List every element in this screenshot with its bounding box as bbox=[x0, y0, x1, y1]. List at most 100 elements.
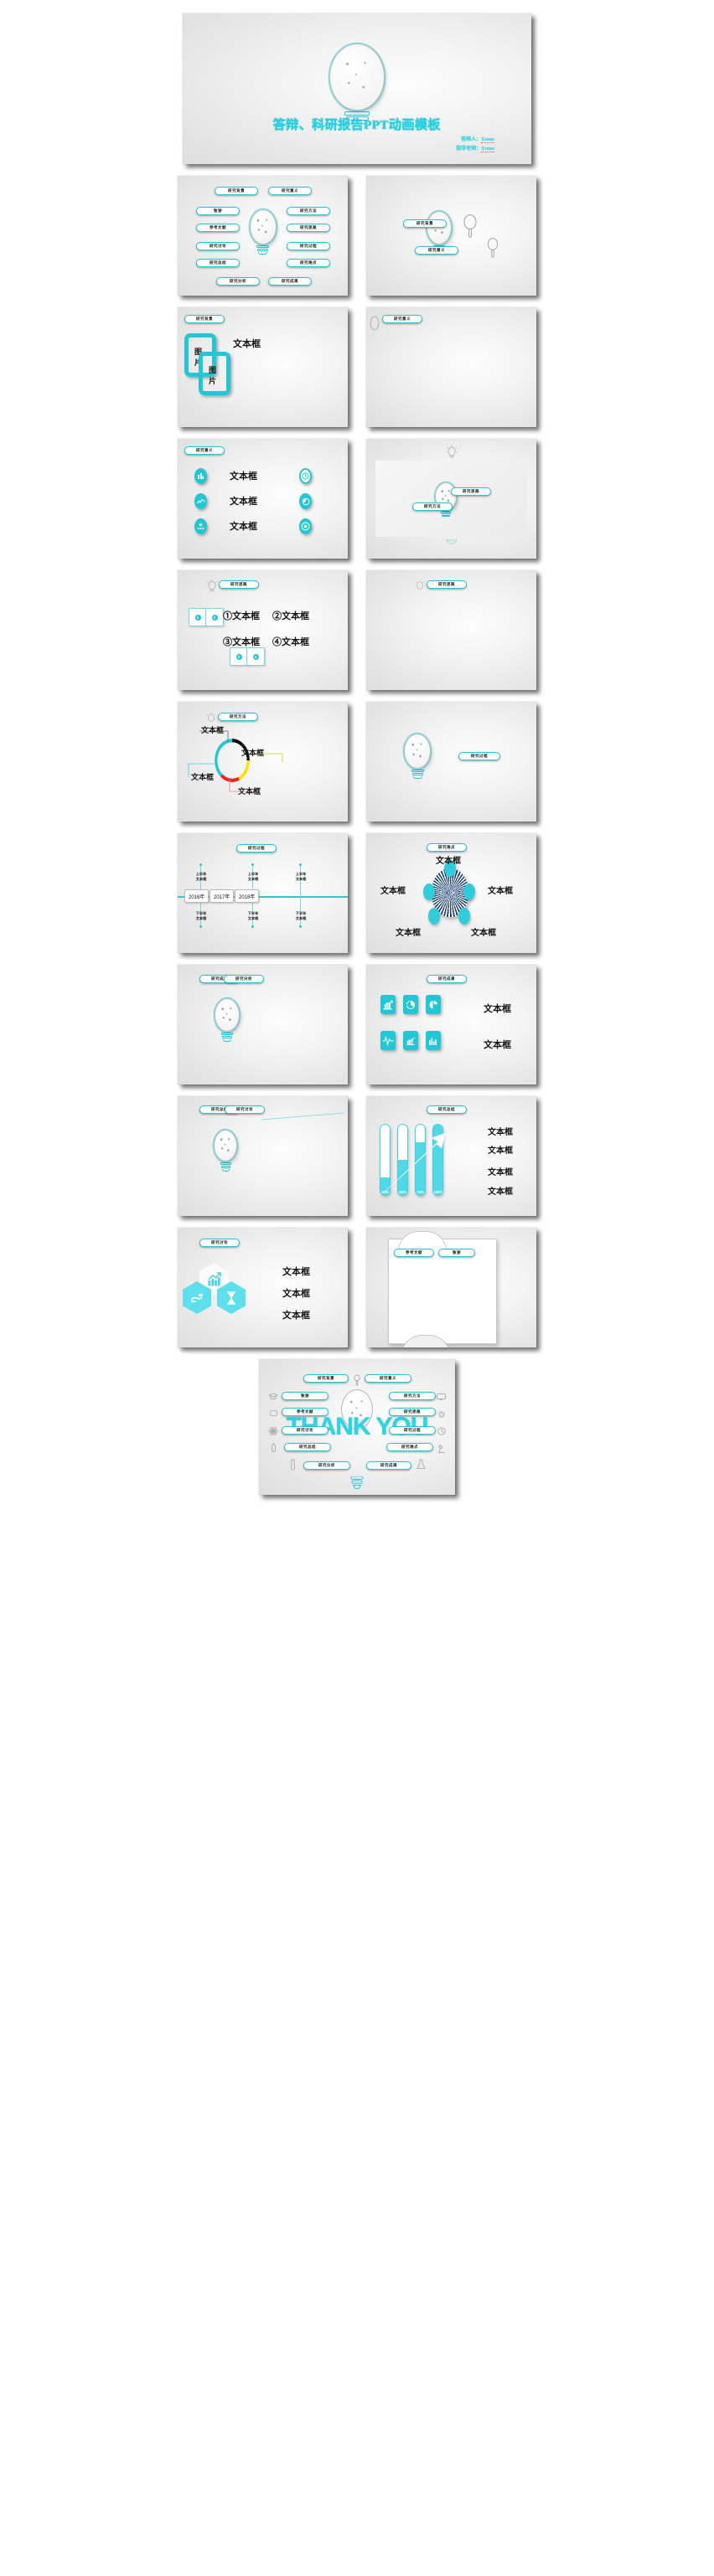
puzzle-number: 2 bbox=[211, 614, 218, 621]
pill-研究讨论[interactable]: 研究讨论 bbox=[199, 1239, 240, 1247]
slide-idea-blank[interactable]: 研究思路 bbox=[366, 570, 536, 690]
pill-研究总结[interactable]: 研究总结 bbox=[284, 1443, 331, 1451]
flask-icon bbox=[416, 1459, 426, 1470]
pill-研究过程[interactable]: 研究过程 bbox=[236, 844, 277, 853]
pill-研究难点[interactable]: 研究难点 bbox=[427, 843, 467, 852]
slide-row-7: 研究过程 2016年 2017年 2018年 上半年 文本框 上半年 文本框 上半年… bbox=[0, 833, 714, 953]
menu-pill-致谢[interactable]: 致谢 bbox=[196, 207, 240, 215]
pill-研究难点[interactable]: 研究难点 bbox=[386, 1443, 433, 1451]
bar-chart-icon[interactable] bbox=[194, 468, 207, 484]
menu-pill-研究背景[interactable]: 研究背景 bbox=[215, 187, 258, 195]
pill-致谢[interactable]: 致谢 bbox=[282, 1392, 329, 1400]
text-box-label: 文本框 bbox=[191, 773, 215, 781]
slide-process-timeline[interactable]: 研究过程 2016年 2017年 2018年 上半年 文本框 上半年 文本框 上半年… bbox=[178, 833, 348, 953]
pill-研究方法[interactable]: 研究方法 bbox=[218, 713, 258, 721]
puzzle-piece-2[interactable]: 2 bbox=[205, 608, 224, 626]
pill-研究过程[interactable]: 研究过程 bbox=[458, 752, 500, 760]
slide-cover[interactable]: 答辩、科研报告PPT动画模板 答辩人：Xrone 指导老师：Xrone bbox=[183, 13, 531, 164]
slide-transition-background[interactable]: 研究背景 研究意义 bbox=[366, 176, 536, 296]
menu-pill-研究意义[interactable]: 研究意义 bbox=[268, 187, 312, 195]
slide-method-content[interactable]: 研究方法 文本框 文本框 文本框 文本框 bbox=[178, 702, 348, 822]
text-box-label: 文本框 bbox=[396, 929, 421, 938]
puzzle-piece-1[interactable]: 1 bbox=[189, 608, 207, 626]
advisor-label: 指导老师： bbox=[456, 146, 482, 152]
slide-result-icons[interactable]: 研究成果 文本框 文本框 bbox=[366, 965, 536, 1084]
pill-参考文献[interactable]: 参考文献 bbox=[394, 1249, 434, 1257]
menu-pill-研究过程[interactable]: 研究过程 bbox=[287, 242, 330, 250]
menu-pill-研究方法[interactable]: 研究方法 bbox=[287, 207, 330, 215]
pie-chart-icon[interactable] bbox=[403, 995, 418, 1014]
text-box-label: 文本框 bbox=[488, 887, 513, 896]
pie-icon[interactable] bbox=[299, 493, 312, 509]
pill-研究思路[interactable]: 研究思路 bbox=[451, 487, 491, 496]
slide-discussion[interactable]: 研究讨论 文本框 文本框 文本框 bbox=[178, 1228, 348, 1347]
pill-研究思路[interactable]: 研究思路 bbox=[389, 1408, 436, 1416]
graduation-cap-icon bbox=[268, 1393, 278, 1400]
pill-研究背景[interactable]: 研究背景 bbox=[303, 1374, 349, 1383]
slide-background-content[interactable]: 研究背景 图片 图片 文本框 bbox=[178, 307, 348, 427]
pill-致谢[interactable]: 致谢 bbox=[438, 1249, 475, 1257]
growth-chart-icon[interactable] bbox=[380, 995, 396, 1014]
slide-menu[interactable]: 研究背景 致谢 参考文献 研究讨论 研究总结 研究意义 研究方法 研究思路 研究… bbox=[178, 176, 348, 296]
pill-研究成果[interactable]: 研究成果 bbox=[366, 1461, 411, 1470]
pill-研究方法[interactable]: 研究方法 bbox=[389, 1392, 436, 1400]
pill-研究思路[interactable]: 研究思路 bbox=[219, 580, 259, 589]
ppt-template-preview-sheet: 答辩、科研报告PPT动画模板 答辩人：Xrone 指导老师：Xrone 研究背景… bbox=[0, 0, 714, 1518]
node-right bbox=[463, 884, 475, 900]
menu-pill-研究思路[interactable]: 研究思路 bbox=[287, 224, 330, 232]
pill-研究思路[interactable]: 研究思路 bbox=[427, 580, 467, 589]
pill-参考文献[interactable]: 参考文献 bbox=[282, 1408, 329, 1416]
menu-pill-研究讨论[interactable]: 研究讨论 bbox=[196, 242, 240, 250]
slide-significance-blank[interactable]: 研究意义 bbox=[366, 307, 536, 427]
puzzle-number: 1 bbox=[194, 614, 201, 621]
menu-pill-研究总结[interactable]: 研究总结 bbox=[196, 259, 240, 267]
pulse-icon[interactable] bbox=[380, 1031, 396, 1050]
menu-pill-研究分析[interactable]: 研究分析 bbox=[216, 277, 260, 286]
line-chart-icon[interactable] bbox=[194, 493, 207, 509]
content-panel bbox=[381, 314, 532, 425]
slide-significance-content[interactable]: 研究意义 文本框 文本框 文本框 bbox=[178, 439, 348, 559]
slide-idea-content[interactable]: 研究思路 1 2 3 4 ①文本框 ②文本框 ③文本框 ④文本框 bbox=[178, 570, 348, 690]
slide-transition-method[interactable]: 研究思路 研究方法 bbox=[366, 439, 536, 559]
pill-研究成果[interactable]: 研究成果 bbox=[427, 975, 467, 983]
slide-summary-bars[interactable]: 研究总结 25% 50% 75% 100% 文本框 文本框 文本框 文本框 bbox=[366, 1096, 536, 1216]
pill-研究背景[interactable]: 研究背景 bbox=[403, 219, 447, 228]
clock-icon[interactable] bbox=[299, 468, 312, 484]
slide-transition-process[interactable]: 研究过程 bbox=[366, 702, 536, 822]
slide-row-6: 研究方法 文本框 文本框 文本框 文本框 研究过程 bbox=[0, 702, 714, 822]
pill-研究过程[interactable]: 研究过程 bbox=[389, 1426, 436, 1435]
pill-研究分析[interactable]: 研究分析 bbox=[303, 1461, 350, 1470]
microscope-icon bbox=[437, 1444, 446, 1454]
menu-pill-研究难点[interactable]: 研究难点 bbox=[287, 259, 330, 267]
menu-pill-研究成果[interactable]: 研究成果 bbox=[268, 277, 312, 286]
pill-研究分析[interactable]: 研究分析 bbox=[224, 975, 264, 983]
pill-研究总结[interactable]: 研究总结 bbox=[427, 1105, 467, 1114]
pill-研究意义[interactable]: 研究意义 bbox=[184, 446, 225, 455]
area-chart-icon[interactable] bbox=[403, 1031, 418, 1050]
slide-thank-you[interactable]: THANK YOU 研究背景 致谢 参考文献 研究讨论 研究总结 研究意义 研究… bbox=[259, 1359, 455, 1495]
dot-chart-icon[interactable] bbox=[194, 518, 207, 534]
pill-研究意义[interactable]: 研究意义 bbox=[365, 1374, 411, 1383]
pill-研究意义[interactable]: 研究意义 bbox=[415, 246, 458, 255]
puzzle-piece-4[interactable]: 4 bbox=[246, 647, 265, 666]
lightbulb-base-icon bbox=[445, 539, 458, 544]
target-icon[interactable] bbox=[299, 518, 312, 534]
pill-研究背景[interactable]: 研究背景 bbox=[184, 315, 225, 323]
slide-references[interactable]: 参考文献 致谢 bbox=[366, 1228, 536, 1347]
monitor-icon bbox=[437, 1394, 446, 1401]
timeline-note-lower: 下半年 文本框 bbox=[247, 911, 259, 920]
puzzle-piece-3[interactable]: 3 bbox=[230, 647, 248, 666]
slide-difficulty[interactable]: 研究难点 文本框 文本框 文本框 文本框 文本框 bbox=[366, 833, 536, 953]
picture-frame-2[interactable]: 图片 bbox=[199, 352, 230, 395]
menu-pill-参考文献[interactable]: 参考文献 bbox=[196, 224, 240, 232]
pill-研究讨论[interactable]: 研究讨论 bbox=[225, 1105, 265, 1114]
slide-transition-result[interactable]: 研究成果 研究分析 bbox=[178, 965, 348, 1084]
bar-chart-icon[interactable] bbox=[426, 1031, 441, 1050]
pill-研究意义[interactable]: 研究意义 bbox=[382, 315, 422, 323]
text-box-label: ②文本框 bbox=[272, 611, 309, 621]
slide-transition-summary[interactable]: 研究总结 研究讨论 bbox=[178, 1096, 348, 1216]
pie-slice-icon[interactable] bbox=[426, 995, 441, 1014]
magnifier-icon bbox=[463, 214, 478, 240]
pill-研究讨论[interactable]: 研究讨论 bbox=[282, 1426, 329, 1435]
pill-研究方法[interactable]: 研究方法 bbox=[412, 502, 453, 511]
